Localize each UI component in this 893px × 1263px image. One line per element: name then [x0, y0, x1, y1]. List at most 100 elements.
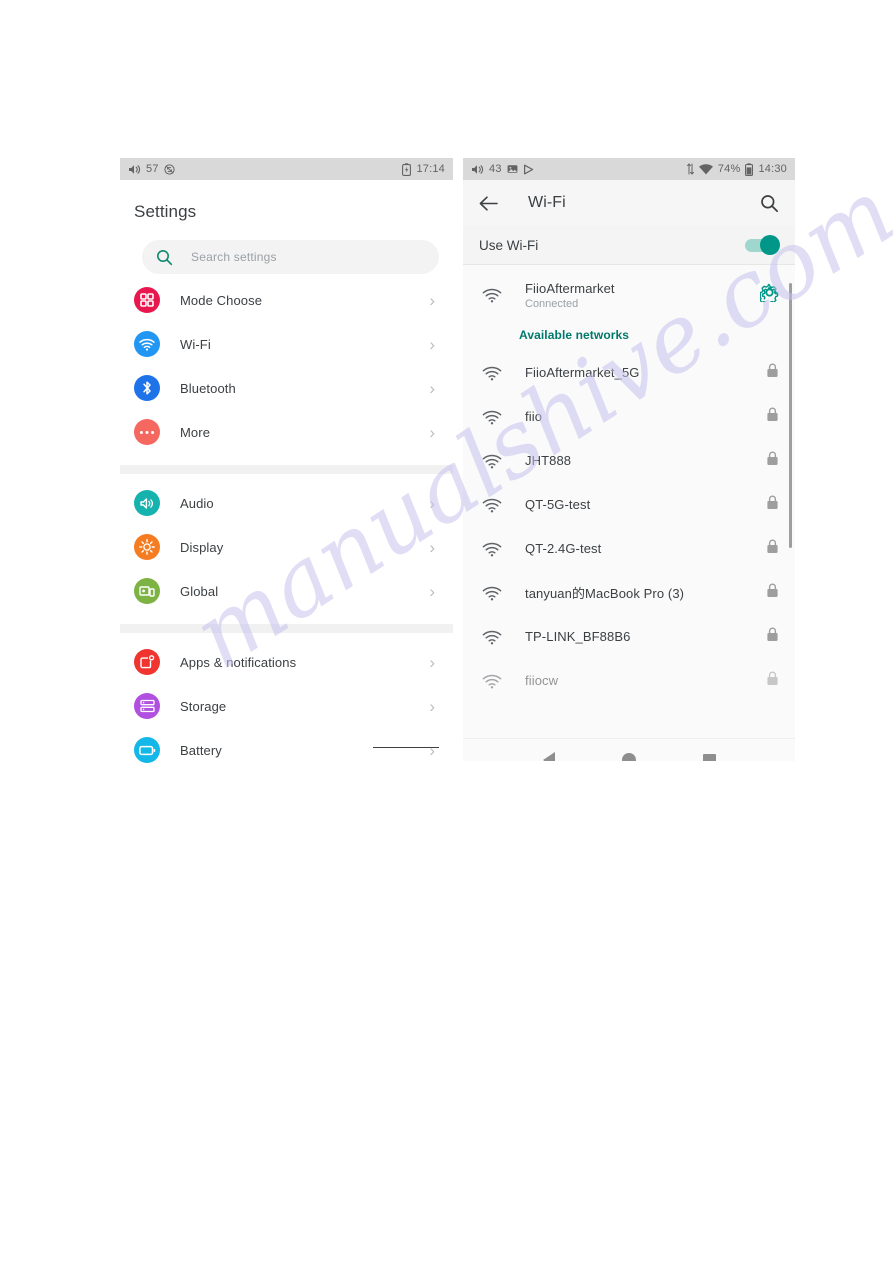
sidebar-item-label: Global	[180, 583, 219, 599]
network-name: tanyuan的MacBook Pro (3)	[525, 586, 685, 601]
battery-percent: 74%	[717, 162, 741, 175]
status-time-left: 17:14	[416, 162, 445, 175]
storage-icon	[134, 693, 160, 719]
wifi-icon	[134, 331, 160, 357]
sidebar-item-more[interactable]: More ›	[120, 410, 453, 454]
volume-icon	[128, 164, 141, 175]
lock-icon	[766, 627, 779, 647]
chevron-right-icon: ›	[429, 422, 435, 442]
use-wifi-row[interactable]: Use Wi-Fi	[463, 226, 795, 265]
network-row[interactable]: QT-5G-test	[463, 483, 795, 527]
network-name: FiioAftermarket_5G	[525, 365, 640, 380]
network-row[interactable]: QT-2.4G-test	[463, 527, 795, 571]
lock-icon	[766, 363, 779, 383]
network-name: TP-LINK_BF88B6	[525, 629, 631, 644]
chevron-right-icon: ›	[429, 290, 435, 310]
sidebar-item-label: Mode Choose	[180, 292, 263, 308]
sidebar-item-label: Display	[180, 539, 224, 555]
settings-group-connectivity: Mode Choose › Wi-Fi › Bluetooth › More ›	[120, 274, 453, 454]
sidebar-item-label: Battery	[180, 742, 222, 758]
sidebar-item-label: Audio	[180, 495, 214, 511]
chevron-right-icon: ›	[429, 334, 435, 354]
wifi-icon	[481, 630, 503, 645]
grid-icon	[134, 287, 160, 313]
sidebar-item-label: Storage	[180, 698, 227, 714]
sidebar-item-storage[interactable]: Storage ›	[120, 684, 453, 728]
wifi-icon	[481, 674, 503, 689]
sidebar-item-global[interactable]: Global ›	[120, 569, 453, 613]
lock-icon	[766, 539, 779, 559]
status-bar-right: 43 74% 14:30	[463, 158, 795, 180]
sidebar-item-label: More	[180, 424, 211, 440]
settings-screen: 57 17:14 Settings Search settings Mode C…	[120, 158, 453, 768]
brightness-icon	[134, 534, 160, 560]
sidebar-item-label: Bluetooth	[180, 380, 236, 396]
network-row[interactable]: JHT888	[463, 439, 795, 483]
android-nav-bar	[463, 738, 795, 761]
volume-icon	[471, 164, 484, 175]
sidebar-item-bluetooth[interactable]: Bluetooth ›	[120, 366, 453, 410]
sidebar-item-audio[interactable]: Audio ›	[120, 481, 453, 525]
connected-network-row[interactable]: FiioAftermarket Connected	[463, 265, 795, 319]
network-row[interactable]: FiioAftermarket_5G	[463, 351, 795, 395]
network-row[interactable]: TP-LINK_BF88B6	[463, 615, 795, 659]
use-wifi-label: Use Wi-Fi	[479, 237, 539, 253]
network-status: Connected	[525, 297, 579, 310]
search-icon[interactable]	[760, 194, 779, 213]
chevron-right-icon: ›	[429, 493, 435, 513]
volume-value: 43	[489, 162, 502, 175]
chevron-right-icon: ›	[429, 652, 435, 672]
speaker-icon	[134, 490, 160, 516]
status-time-right: 14:30	[758, 162, 787, 175]
settings-group-media: Audio › Display › Global ›	[120, 477, 453, 613]
sidebar-item-battery[interactable]: Battery ›	[120, 728, 453, 768]
sync-disabled-icon	[164, 163, 175, 175]
use-wifi-toggle[interactable]	[745, 234, 780, 255]
wifi-app-bar: Wi-Fi	[463, 180, 795, 226]
network-name: fiiocw	[525, 673, 559, 688]
image-icon	[507, 164, 518, 174]
lock-icon	[766, 583, 779, 603]
play-icon	[523, 164, 534, 175]
battery-charging-icon	[402, 162, 412, 176]
wifi-page-title: Wi-Fi	[528, 194, 566, 211]
sidebar-item-display[interactable]: Display ›	[120, 525, 453, 569]
network-name: QT-2.4G-test	[525, 541, 602, 556]
lock-icon	[766, 671, 779, 691]
lock-icon	[766, 407, 779, 427]
network-name: FiioAftermarket	[525, 280, 615, 296]
more-dots-icon	[134, 419, 160, 445]
scrollbar[interactable]	[789, 283, 792, 548]
wifi-network-list[interactable]: FiioAftermarket Connected Available netw…	[463, 265, 795, 738]
search-input[interactable]: Search settings	[142, 240, 439, 274]
search-icon	[156, 249, 173, 266]
wifi-icon	[481, 288, 503, 303]
network-name: JHT888	[525, 453, 572, 468]
chevron-right-icon: ›	[429, 378, 435, 398]
sidebar-item-label: Apps & notifications	[180, 654, 297, 670]
wifi-screen: 43 74% 14:30 Wi-Fi Use Wi-Fi FiioAfterma…	[463, 158, 795, 761]
page-title: Settings	[134, 202, 197, 221]
network-row[interactable]: tanyuan的MacBook Pro (3)	[463, 571, 795, 615]
back-triangle-icon[interactable]	[542, 752, 555, 761]
home-circle-icon[interactable]	[621, 753, 636, 761]
sidebar-item-apps-notifications[interactable]: Apps & notifications ›	[120, 640, 453, 684]
search-placeholder: Search settings	[191, 250, 277, 264]
network-row[interactable]: fiio	[463, 395, 795, 439]
back-arrow-icon[interactable]	[479, 195, 498, 211]
network-name: fiio	[525, 409, 543, 424]
wifi-icon	[481, 498, 503, 513]
sidebar-item-mode-choose[interactable]: Mode Choose ›	[120, 278, 453, 322]
toggle-knob	[760, 234, 780, 255]
chevron-right-icon: ›	[429, 740, 435, 760]
network-row[interactable]: fiiocw	[463, 659, 795, 703]
recents-square-icon[interactable]	[702, 753, 716, 761]
wifi-icon	[481, 586, 503, 601]
sidebar-item-wifi[interactable]: Wi-Fi ›	[120, 322, 453, 366]
sidebar-item-label: Wi-Fi	[180, 336, 211, 352]
bluetooth-icon	[134, 375, 160, 401]
status-bar-left: 57 17:14	[120, 158, 453, 180]
group-divider	[120, 465, 453, 474]
gear-icon[interactable]	[759, 283, 779, 307]
settings-group-system: Apps & notifications › Storage › Battery…	[120, 636, 453, 768]
